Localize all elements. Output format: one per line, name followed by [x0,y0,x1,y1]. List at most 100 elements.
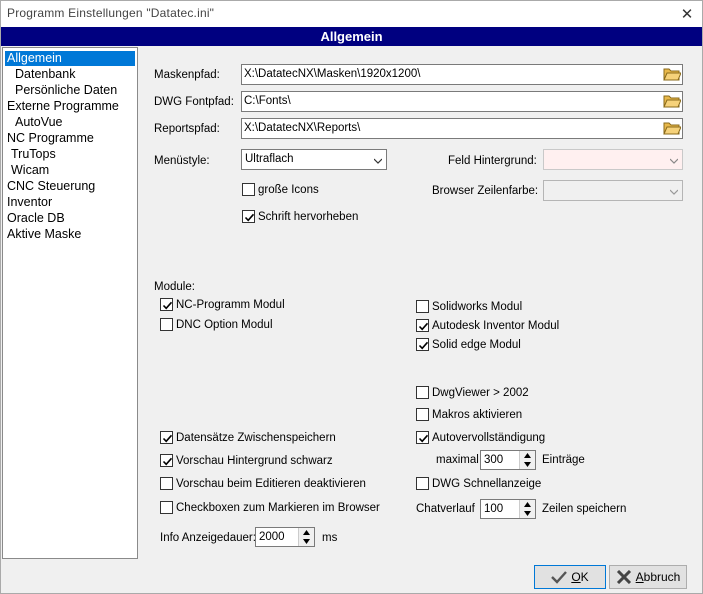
nav-item-aktive-maske[interactable]: Aktive Maske [5,227,83,242]
cancel-button[interactable]: Abbruch [609,565,687,589]
nav-item-trutops[interactable]: TruTops [9,147,58,162]
section-header: Allgemein [1,27,702,46]
info-duration-value: 2000 [259,531,285,543]
maximal-label: maximal [436,454,479,466]
spin-up-icon[interactable] [520,451,535,460]
checkmark-icon [418,434,429,443]
menu-style-value: Ultraflach [245,153,294,165]
folder-open-icon[interactable] [663,93,681,110]
browser-zeilenfarbe-label: Browser Zeilenfarbe: [432,185,539,197]
large-icons-label: große Icons [258,183,319,196]
checkbox-box [416,431,429,444]
chatverlauf-spinner[interactable]: 100 [480,499,536,519]
nav-item-inventor[interactable]: Inventor [5,195,54,210]
preview-black-checkbox[interactable]: Vorschau Hintergrund schwarz [160,454,333,467]
folder-open-icon[interactable] [663,120,681,137]
checkbox-box [160,298,173,311]
ok-label-rest: K [580,570,589,584]
solidworks-module-label: Solidworks Modul [432,300,523,313]
highlight-font-checkbox[interactable]: Schrift hervorheben [242,210,358,223]
nc-module-checkbox[interactable]: NC-Programm Modul [160,298,285,311]
checkmark-icon [418,341,429,350]
maximal-spinner[interactable]: 300 [480,450,536,470]
nav-item-autovue[interactable]: AutoVue [13,115,65,130]
dwgviewer-checkbox[interactable]: DwgViewer > 2002 [416,386,529,399]
checkbox-box [416,477,429,490]
checkbox-box [416,386,429,399]
menu-style-select[interactable]: Ultraflach [241,149,387,170]
spin-down-icon[interactable] [520,460,535,469]
browser-checkboxes-label: Checkboxen zum Markieren im Browser [176,501,380,514]
checkbox-box [160,318,173,331]
reports-path-field[interactable]: X:\DatatecNX\Reports\ [241,118,683,139]
chevron-down-icon [670,189,678,195]
makros-label: Makros aktivieren [432,408,523,421]
inventor-module-checkbox[interactable]: Autodesk Inventor Modul [416,319,559,332]
nav-item-wicam[interactable]: Wicam [9,163,51,178]
large-icons-checkbox[interactable]: große Icons [242,183,319,196]
dwg-font-path-field[interactable]: C:\Fonts\ [241,91,683,112]
spin-down-icon[interactable] [520,509,535,518]
preview-black-label: Vorschau Hintergrund schwarz [176,454,333,467]
spin-up-icon[interactable] [299,528,314,537]
masken-path-field[interactable]: X:\DatatecNX\Masken\1920x1200\ [241,64,683,85]
checkbox-box [416,319,429,332]
folder-open-icon[interactable] [663,66,681,83]
cache-records-checkbox[interactable]: Datensätze Zwischenspeichern [160,431,336,444]
feld-hintergrund-label: Feld Hintergrund: [448,155,537,167]
checkbox-box [160,454,173,467]
inventor-module-label: Autodesk Inventor Modul [432,319,560,332]
nav-item-persoenliche-daten[interactable]: Persönliche Daten [13,83,119,98]
solidedge-module-checkbox[interactable]: Solid edge Modul [416,338,521,351]
checkbox-box [160,477,173,490]
browser-checkboxes-checkbox[interactable]: Checkboxen zum Markieren im Browser [160,501,380,514]
chevron-down-icon [374,158,382,164]
nav-item-cnc-steuerung[interactable]: CNC Steuerung [5,179,97,194]
solidedge-module-label: Solid edge Modul [432,338,521,351]
spinner-buttons [519,500,535,518]
feld-hintergrund-select[interactable] [543,149,683,170]
solidworks-module-checkbox[interactable]: Solidworks Modul [416,300,522,313]
module-heading: Module: [154,281,195,293]
nav-item-datenbank[interactable]: Datenbank [13,67,77,82]
spinner-buttons [298,528,314,546]
dwg-quick-view-checkbox[interactable]: DWG Schnellanzeige [416,477,541,490]
title-bar: Programm Einstellungen "Datatec.ini" ✕ [1,1,702,27]
checkbox-box [160,501,173,514]
masken-label: Maskenpfad: [154,69,220,81]
spinner-buttons [519,451,535,469]
nav-item-externe-programme[interactable]: Externe Programme [5,99,121,114]
checkmark-icon [162,301,173,310]
chatverlauf-value: 100 [484,503,504,515]
spin-up-icon[interactable] [520,500,535,509]
info-duration-label: Info Anzeigedauer: [160,532,256,544]
nc-module-label: NC-Programm Modul [176,298,285,311]
info-duration-unit: ms [322,532,338,544]
nav-item-oracle-db[interactable]: Oracle DB [5,211,67,226]
dwg-quick-view-label: DWG Schnellanzeige [432,477,542,490]
checkmark-icon [418,322,429,331]
autocomplete-checkbox[interactable]: Autovervollständigung [416,431,545,444]
checkmark-icon [162,434,173,443]
dwgviewer-label: DwgViewer > 2002 [432,386,529,399]
highlight-font-label: Schrift hervorheben [258,210,359,223]
makros-checkbox[interactable]: Makros aktivieren [416,408,522,421]
info-duration-spinner[interactable]: 2000 [255,527,315,547]
browser-zeilenfarbe-select[interactable] [543,180,683,201]
category-list[interactable]: Allgemein Datenbank Persönliche Daten Ex… [2,47,138,559]
check-icon [551,571,568,584]
nav-item-allgemein[interactable]: Allgemein [5,51,135,66]
close-icon[interactable]: ✕ [676,3,698,25]
spin-down-icon[interactable] [299,537,314,546]
checkmark-icon [244,213,255,222]
ok-button[interactable]: OK [534,565,606,589]
checkbox-box [160,431,173,444]
preview-edit-checkbox[interactable]: Vorschau beim Editieren deaktivieren [160,477,366,490]
checkbox-box [242,210,255,223]
checkbox-box [242,183,255,196]
chevron-down-icon [670,158,678,164]
cache-records-label: Datensätze Zwischenspeichern [176,431,336,444]
dnc-module-checkbox[interactable]: DNC Option Modul [160,318,273,331]
ok-mnemonic: O [571,570,581,584]
nav-item-nc-programme[interactable]: NC Programme [5,131,96,146]
